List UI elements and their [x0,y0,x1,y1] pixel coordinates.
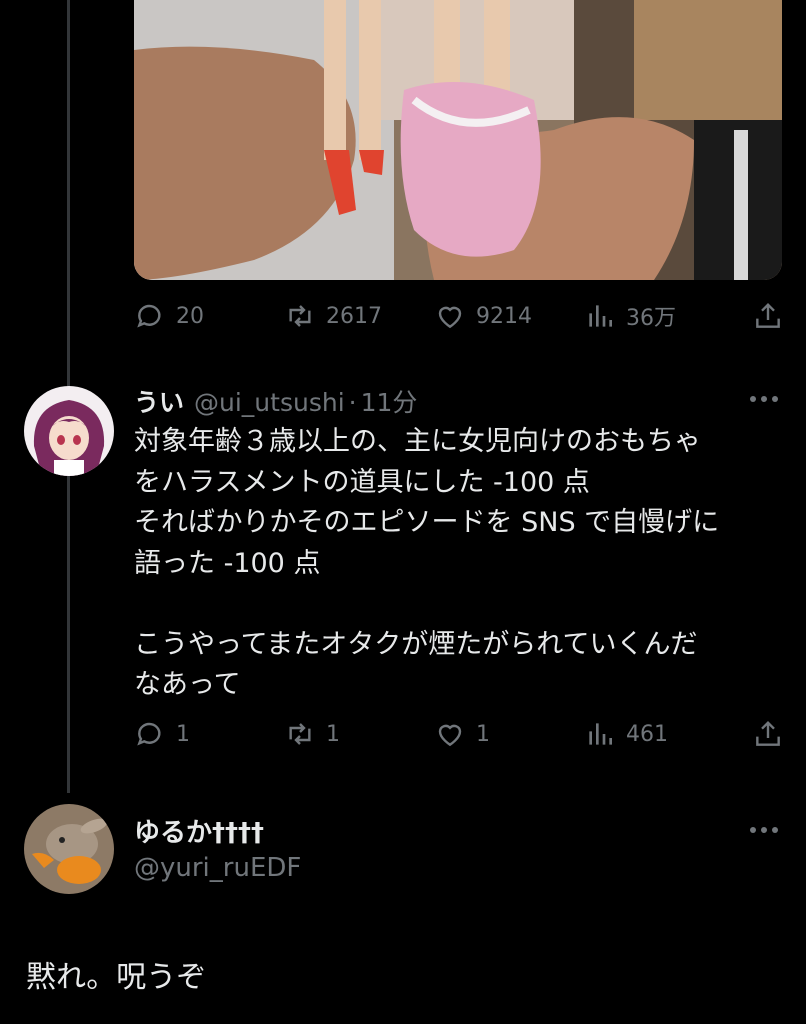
author-name-text: ゆるか [134,818,213,848]
more-icon[interactable] [750,396,778,404]
author-name-suffix: †††† [212,818,265,848]
tweet3-text: 黙れ。呪うぞ [26,960,207,995]
retweet-count: 2617 [326,303,382,329]
reply-icon [137,304,161,328]
reply-button[interactable]: 20 [134,296,204,336]
heart-icon [438,724,462,747]
reply-count: 1 [176,721,190,747]
share-button[interactable] [752,714,784,754]
share-icon [756,720,780,746]
like-count: 1 [476,721,490,747]
views-count: 36万 [626,306,676,331]
separator-dot: · [348,388,357,417]
share-button[interactable] [752,296,784,336]
reply-icon [137,722,161,746]
reply-count: 20 [176,303,204,329]
retweet-button[interactable]: 2617 [284,296,382,336]
views-button[interactable]: 36万 [584,296,676,336]
tweet2-text: 対象年齢３歳以上の、主に女児向けのおもちゃ をハラスメントの道具にした -100… [134,426,720,700]
photo-illustration [134,0,782,280]
retweet-icon [289,723,311,745]
views-count: 461 [626,721,668,747]
retweet-count: 1 [326,721,340,747]
reply-button[interactable]: 1 [134,714,190,754]
rabbit-avatar-image [24,804,114,894]
author-name[interactable]: うい [134,383,184,419]
anime-avatar-image [24,386,114,476]
views-icon [589,305,612,327]
views-icon [589,723,612,745]
tweet2-header: うい @ui_utsushi · 11分 [134,383,417,419]
retweet-icon [289,305,311,327]
retweet-button[interactable]: 1 [284,714,340,754]
heart-icon [438,306,462,329]
views-button[interactable]: 461 [584,714,668,754]
author-name[interactable]: ゆるか†††† [134,812,264,849]
tweet1-action-bar: 20 2617 9214 36万 [134,296,784,336]
author-handle[interactable]: @ui_utsushi [194,388,345,417]
tweet-media-image[interactable] [134,0,782,280]
more-icon[interactable] [750,827,778,835]
share-icon [756,302,780,328]
avatar[interactable] [24,804,114,894]
timestamp[interactable]: 11分 [361,383,418,419]
author-handle[interactable]: @yuri_ruEDF [134,853,301,883]
like-count: 9214 [476,303,532,329]
avatar[interactable] [24,386,114,476]
tweet2-action-bar: 1 1 1 461 [134,714,784,754]
like-button[interactable]: 9214 [434,296,532,336]
like-button[interactable]: 1 [434,714,490,754]
